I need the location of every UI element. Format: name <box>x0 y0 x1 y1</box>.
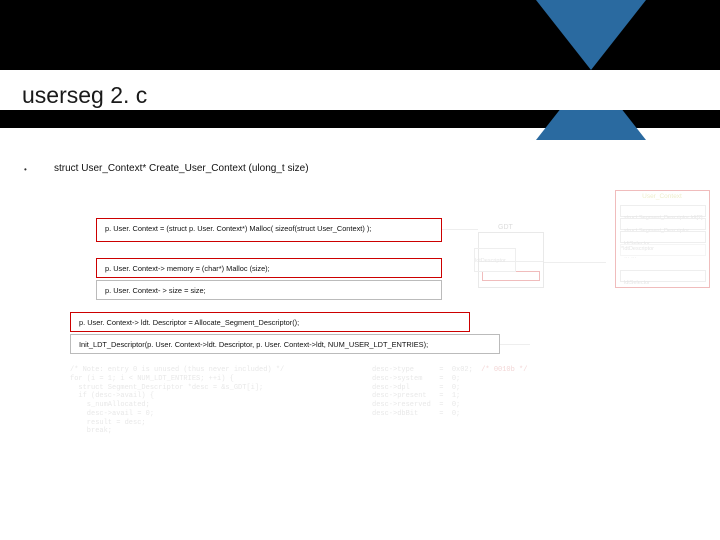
arrow-1 <box>442 229 478 230</box>
code-box-malloc-context: p. User. Context = (struct p. User. Cont… <box>96 218 442 242</box>
uc-row-4: ldtSelector <box>621 280 650 286</box>
bullet-marker: • <box>24 165 27 174</box>
arrow-3 <box>500 344 530 345</box>
code-box-malloc-memory: p. User. Context-> memory = (char*) Mall… <box>96 258 442 278</box>
mid-box: ldtDescriptor <box>474 248 516 272</box>
function-signature: struct User_Context* Create_User_Context… <box>54 163 309 174</box>
uc-row-3: … … <box>621 254 637 260</box>
slide-title: userseg 2. c <box>22 82 147 109</box>
code-box-init-ldt: Init_LDT_Descriptor(p. User. Context->ld… <box>70 334 500 354</box>
ghost-code-right: desc->type = 0x02; /* 0010b */ desc->sys… <box>372 366 622 419</box>
gdt-label: GDT <box>498 224 513 231</box>
ghost-code-left: /* Note: entry 0 is unused (thus never i… <box>70 366 330 436</box>
code-box-alloc-descriptor: p. User. Context-> ldt. Descriptor = All… <box>70 312 470 332</box>
user-context-title: User_Context <box>626 193 698 200</box>
arrow-2 <box>544 262 606 263</box>
code-box-size-assign: p. User. Context- > size = size; <box>96 280 442 300</box>
